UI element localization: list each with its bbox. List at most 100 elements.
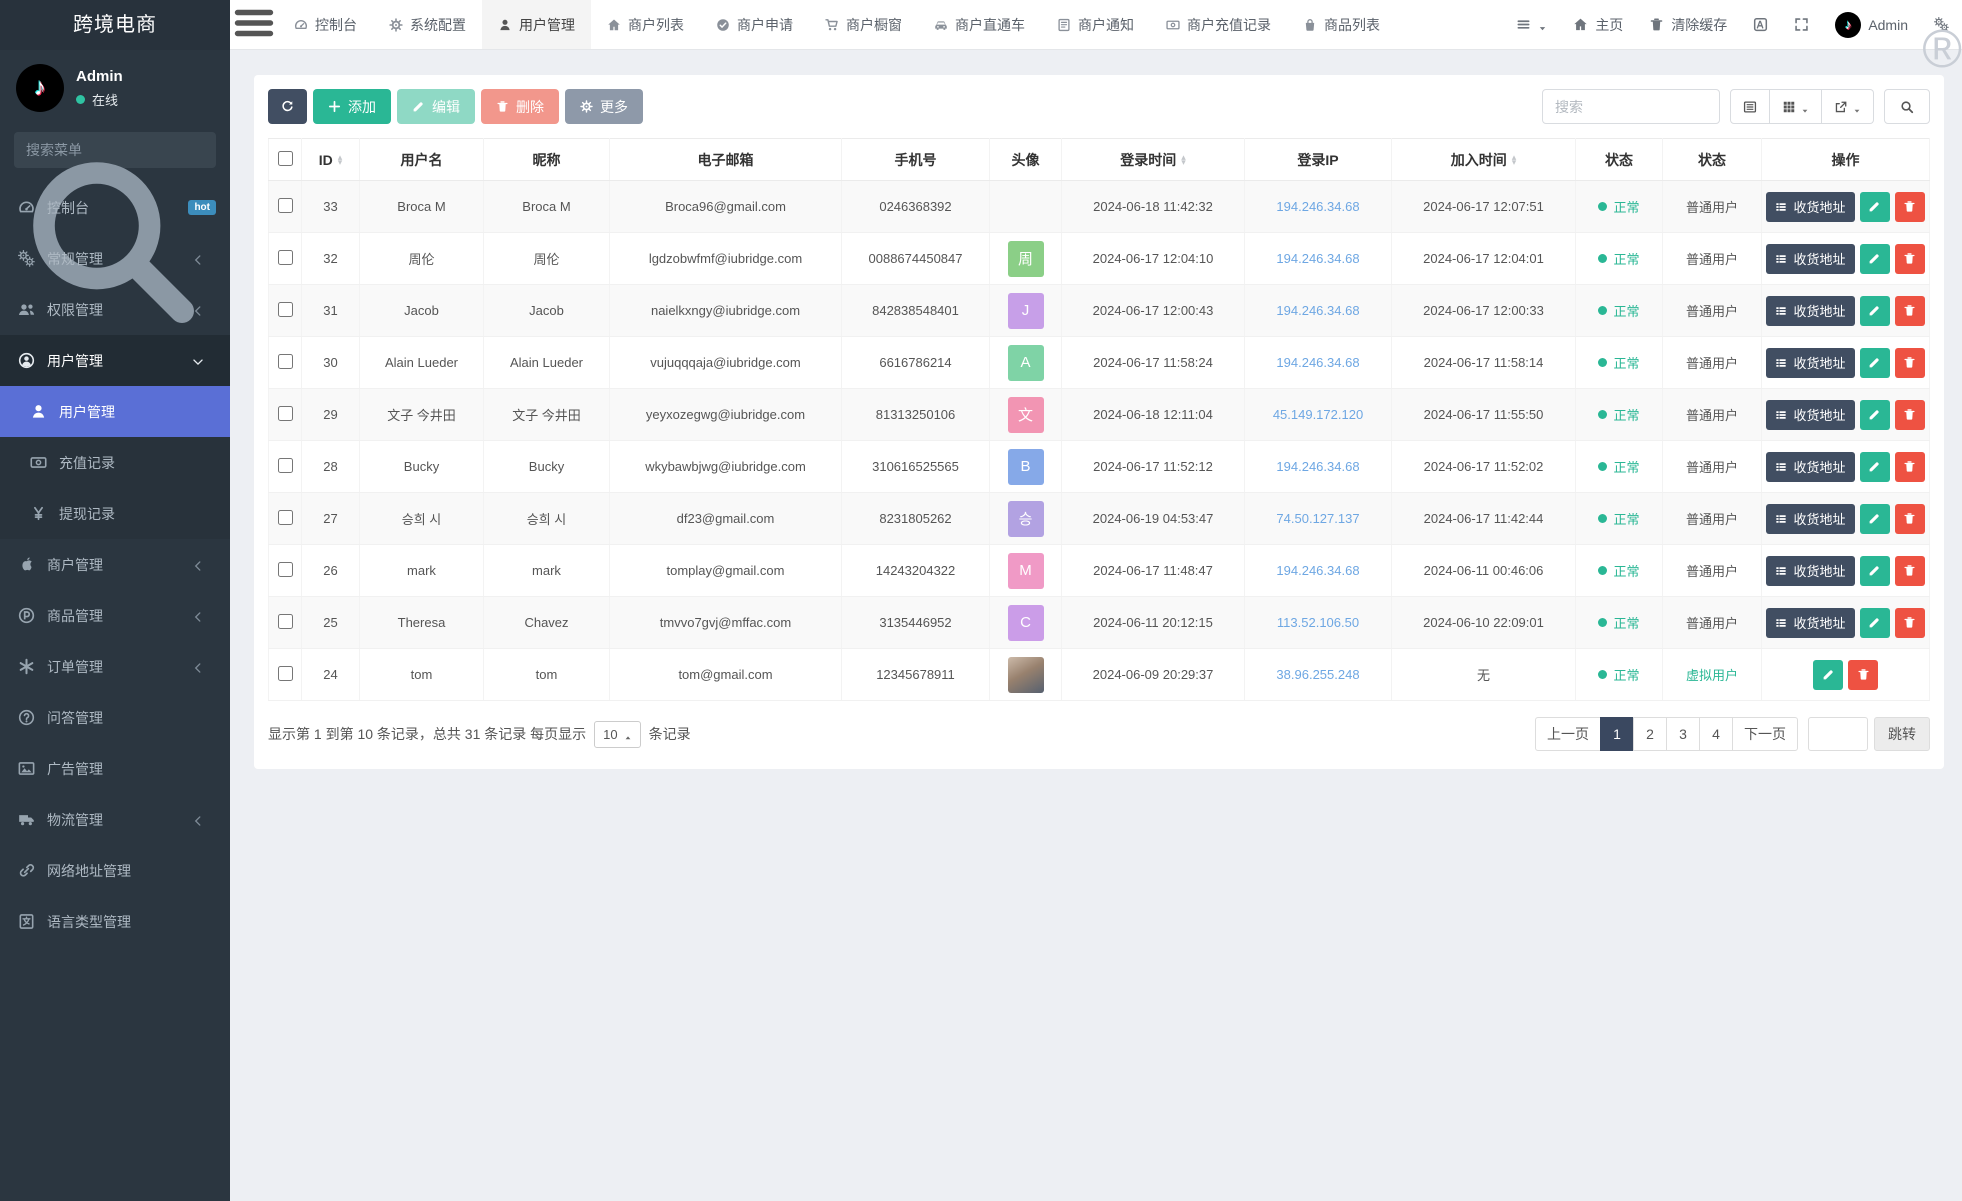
row-checkbox[interactable] [277,353,293,369]
sidebar-item-6[interactable]: 订单管理 [0,641,230,692]
row-delete-button[interactable] [1848,659,1878,690]
more-button[interactable]: 更多 [565,89,643,124]
row-edit-button[interactable] [1859,347,1890,378]
table-search-input[interactable] [1542,89,1720,124]
nav-tab-1[interactable]: 系统配置 [373,0,482,49]
admin-menu-button[interactable]: ♪ Admin [1822,0,1921,49]
add-button[interactable]: 添加 [313,89,391,124]
row-checkbox[interactable] [277,197,293,213]
settings-button[interactable] [1921,0,1962,49]
nav-tab-9[interactable]: 商品列表 [1287,0,1396,49]
delete-button[interactable]: 删除 [481,89,559,124]
search-button[interactable] [1884,89,1930,124]
row-edit-button[interactable] [1859,399,1890,430]
sidebar-item-9[interactable]: 物流管理 [0,794,230,845]
sidebar-subitem-3-2[interactable]: 提现记录 [0,488,230,539]
select-all-checkbox[interactable] [277,150,293,166]
address-button[interactable]: 收货地址 [1766,555,1855,586]
nav-tab-2[interactable]: 用户管理 [482,0,591,49]
address-button[interactable]: 收货地址 [1766,451,1855,482]
row-checkbox[interactable] [277,613,293,629]
address-button[interactable]: 收货地址 [1766,347,1855,378]
row-edit-button[interactable] [1859,243,1890,274]
nav-tab-4[interactable]: 商户申请 [700,0,809,49]
sort-icon[interactable]: ▴ ▾ [1181,152,1186,166]
row-delete-button[interactable] [1894,503,1925,534]
row-delete-button[interactable] [1894,451,1925,482]
nav-tab-5[interactable]: 商户橱窗 [809,0,918,49]
sidebar-item-10[interactable]: 网络地址管理 [0,845,230,896]
sidebar-item-2[interactable]: 权限管理 [0,284,230,335]
tabs-dropdown-button[interactable] [1503,0,1560,49]
nav-tab-0[interactable]: 控制台 [278,0,373,49]
translate-button[interactable] [1740,0,1781,49]
ip-link[interactable]: 194.246.34.68 [1276,251,1359,266]
row-delete-button[interactable] [1894,243,1925,274]
row-delete-button[interactable] [1894,191,1925,222]
page-jump-input[interactable] [1808,717,1868,751]
ip-link[interactable]: 194.246.34.68 [1276,303,1359,318]
page-jump-button[interactable]: 跳转 [1874,717,1930,751]
sidebar-item-4[interactable]: 商户管理 [0,539,230,590]
nav-tab-8[interactable]: 商户充值记录 [1150,0,1287,49]
detail-view-button[interactable] [1730,89,1770,124]
ip-link[interactable]: 194.246.34.68 [1276,199,1359,214]
fullscreen-button[interactable] [1781,0,1822,49]
sidebar-item-8[interactable]: 广告管理 [0,743,230,794]
row-delete-button[interactable] [1894,555,1925,586]
page-button-2[interactable]: 2 [1633,717,1667,751]
nav-tab-3[interactable]: 商户列表 [591,0,700,49]
clear-cache-button[interactable]: 清除缓存 [1636,0,1740,49]
row-delete-button[interactable] [1894,347,1925,378]
address-button[interactable]: 收货地址 [1766,607,1855,638]
row-delete-button[interactable] [1894,399,1925,430]
ip-link[interactable]: 113.52.106.50 [1277,615,1359,630]
ip-link[interactable]: 45.149.172.120 [1273,407,1363,422]
sidebar-item-3[interactable]: 用户管理 [0,335,230,386]
row-checkbox[interactable] [277,405,293,421]
col-8[interactable]: 加入时间 ▴ ▾ [1391,138,1576,181]
sidebar-item-1[interactable]: 常规管理 [0,233,230,284]
sort-icon[interactable]: ▴ ▾ [338,152,343,166]
sidebar-item-5[interactable]: 商品管理 [0,590,230,641]
ip-link[interactable]: 194.246.34.68 [1276,355,1359,370]
home-link[interactable]: 主页 [1560,0,1636,49]
prev-page-button[interactable]: 上一页 [1535,717,1601,751]
row-edit-button[interactable] [1859,503,1890,534]
page-button-4[interactable]: 4 [1699,717,1733,751]
row-checkbox[interactable] [277,249,293,265]
sidebar-item-7[interactable]: 问答管理 [0,692,230,743]
sidebar-item-11[interactable]: 语言类型管理 [0,896,230,947]
sidebar-item-0[interactable]: 控制台 hot [0,182,230,233]
row-checkbox[interactable] [277,561,293,577]
row-checkbox[interactable] [277,509,293,525]
ip-link[interactable]: 74.50.127.137 [1276,511,1359,526]
nav-tab-7[interactable]: 商户通知 [1041,0,1150,49]
ip-link[interactable]: 38.96.255.248 [1276,667,1359,682]
address-button[interactable]: 收货地址 [1766,295,1855,326]
sort-icon[interactable]: ▴ ▾ [1512,152,1517,166]
ip-link[interactable]: 194.246.34.68 [1276,459,1359,474]
refresh-button[interactable] [268,89,307,124]
address-button[interactable]: 收货地址 [1766,399,1855,430]
sidebar-subitem-3-0[interactable]: 用户管理 [0,386,230,437]
sidebar-toggle-button[interactable] [230,0,278,49]
page-button-1[interactable]: 1 [1600,717,1634,751]
row-checkbox[interactable] [277,457,293,473]
ip-link[interactable]: 194.246.34.68 [1276,563,1359,578]
edit-button[interactable]: 编辑 [397,89,475,124]
address-button[interactable]: 收货地址 [1766,503,1855,534]
row-checkbox[interactable] [277,665,293,681]
page-button-3[interactable]: 3 [1666,717,1700,751]
columns-button[interactable] [1770,89,1822,124]
row-checkbox[interactable] [277,301,293,317]
next-page-button[interactable]: 下一页 [1732,717,1798,751]
sidebar-subitem-3-1[interactable]: 充值记录 [0,437,230,488]
row-edit-button[interactable] [1859,191,1890,222]
address-button[interactable]: 收货地址 [1766,243,1855,274]
row-edit-button[interactable] [1813,659,1843,690]
page-size-select[interactable]: 10 [594,720,641,748]
row-delete-button[interactable] [1894,295,1925,326]
row-edit-button[interactable] [1859,295,1890,326]
col-6[interactable]: 登录时间 ▴ ▾ [1061,138,1245,181]
